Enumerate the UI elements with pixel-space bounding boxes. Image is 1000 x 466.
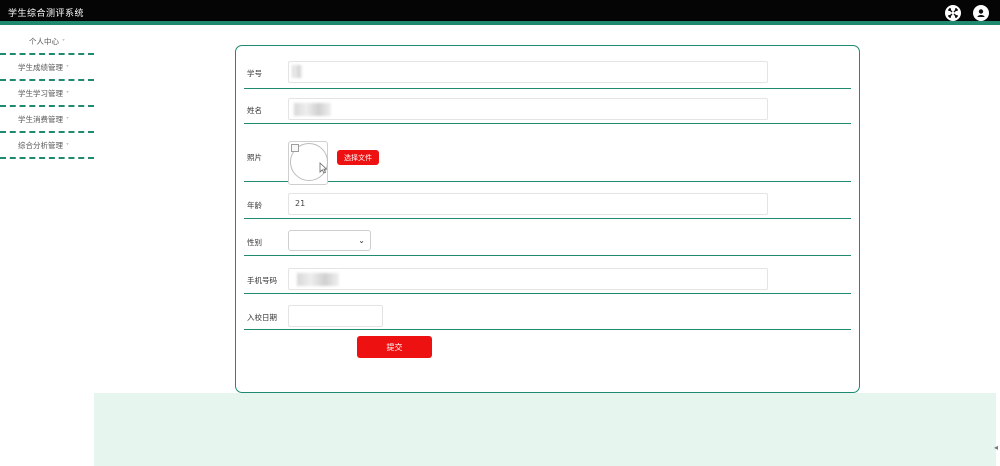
sidebar-item-label: 综合分析管理 xyxy=(18,141,63,150)
age-label: 年龄 xyxy=(247,201,262,210)
sidebar-item-label: 学生消费管理 xyxy=(18,115,63,124)
form-row-name: 姓名 xyxy=(244,97,851,124)
sidebar-item-personal-center[interactable]: 个人中心 ˅ xyxy=(0,29,94,55)
sidebar-item-study-management[interactable]: 学生学习管理 ˅ xyxy=(0,81,94,107)
submit-button[interactable]: 提交 xyxy=(357,336,432,358)
sidebar-item-grade-management[interactable]: 学生成绩管理 ˅ xyxy=(0,55,94,81)
form-row-student-id: 学号 xyxy=(244,60,851,89)
chevron-down-icon: ˅ xyxy=(62,39,65,46)
chevron-down-icon: ˅ xyxy=(66,65,69,72)
form-row-enrollment-date: 入校日期 xyxy=(244,304,851,330)
name-label: 姓名 xyxy=(247,106,262,115)
resize-handle-icon: ◂ xyxy=(993,443,998,452)
choose-file-button[interactable]: 选择文件 xyxy=(337,150,379,165)
phone-label: 手机号码 xyxy=(247,276,277,285)
broken-image-icon xyxy=(291,144,299,152)
enrollment-date-input[interactable] xyxy=(288,305,383,327)
student-form: 学号 姓名 照片 选择文件 年龄 21 性别 ⌄ 手机号码 入校日期 提交 xyxy=(235,45,860,393)
user-icon[interactable] xyxy=(973,5,989,21)
sidebar-item-label: 学生学习管理 xyxy=(18,89,63,98)
name-input[interactable] xyxy=(288,98,768,120)
student-id-label: 学号 xyxy=(247,69,262,78)
chevron-down-icon: ˅ xyxy=(66,117,69,124)
redacted-value xyxy=(292,65,302,78)
redacted-value xyxy=(294,103,331,116)
sidebar-item-label: 个人中心 xyxy=(29,37,59,46)
gender-select[interactable]: ⌄ xyxy=(288,230,371,251)
photo-preview xyxy=(288,141,328,185)
form-row-age: 年龄 21 xyxy=(244,192,851,219)
top-bar: 学生综合测评系统 xyxy=(0,0,1000,25)
phone-input[interactable] xyxy=(288,268,768,290)
chevron-down-icon: ˅ xyxy=(66,143,69,150)
chevron-down-icon: ˅ xyxy=(66,91,69,98)
sidebar: 个人中心 ˅ 学生成绩管理 ˅ 学生学习管理 ˅ 学生消费管理 ˅ 综合分析管理 ˅ xyxy=(0,29,94,159)
form-row-gender: 性别 ⌄ xyxy=(244,229,851,256)
student-id-input[interactable] xyxy=(288,61,768,83)
form-row-photo: 照片 选择文件 xyxy=(244,133,851,185)
chevron-down-icon: ⌄ xyxy=(358,236,365,245)
photo-label: 照片 xyxy=(247,153,262,162)
redacted-value xyxy=(297,273,339,286)
app-title: 学生综合测评系统 xyxy=(8,9,85,19)
gender-label: 性别 xyxy=(247,238,262,247)
footer-area xyxy=(94,393,996,466)
enrollment-date-label: 入校日期 xyxy=(247,313,277,322)
form-row-phone: 手机号码 xyxy=(244,267,851,294)
age-input[interactable]: 21 xyxy=(288,193,768,215)
mouse-cursor-icon xyxy=(319,162,327,174)
sidebar-item-analysis-management[interactable]: 综合分析管理 ˅ xyxy=(0,133,94,159)
fullscreen-icon[interactable] xyxy=(945,5,961,21)
sidebar-item-consumption-management[interactable]: 学生消费管理 ˅ xyxy=(0,107,94,133)
sidebar-item-label: 学生成绩管理 xyxy=(18,63,63,72)
